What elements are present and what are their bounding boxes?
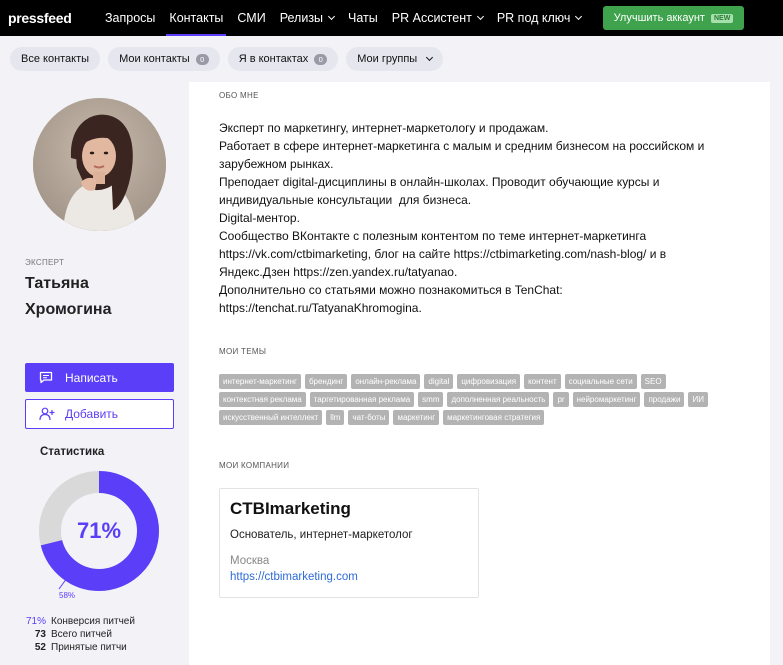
nav-pr-turnkey[interactable]: PR под ключ	[490, 0, 589, 36]
topics-tags: интернет-маркетинг брендинг онлайн-реклама…	[219, 374, 744, 425]
stat-label: Конверсия питчей	[51, 616, 135, 627]
company-city: Москва	[230, 555, 270, 567]
topic-tag[interactable]: smm	[418, 392, 444, 407]
chevron-down-icon	[426, 53, 434, 62]
about-line: Эксперт по маркетингу, интернет-маркетол…	[219, 121, 549, 135]
about-heading: ОБО МНЕ	[219, 91, 259, 100]
nav-label: СМИ	[237, 11, 266, 25]
last-name: Хромогина	[25, 301, 112, 318]
topic-tag[interactable]: брендинг	[304, 374, 348, 389]
add-label: Добавить	[65, 407, 119, 421]
profile-name: Татьяна Хромогина	[25, 271, 185, 323]
nav-label: PR Ассистент	[391, 11, 472, 25]
stats-title: Статистика	[40, 446, 105, 458]
topic-tag[interactable]: чат-боты	[348, 410, 390, 425]
topic-tag[interactable]: дополненная реальность	[447, 392, 550, 407]
topic-tag[interactable]: pr	[553, 392, 569, 407]
topic-tag[interactable]: маркетинговая стратегия	[443, 410, 545, 425]
companies-heading: МОИ КОМПАНИИ	[219, 461, 290, 470]
topic-tag[interactable]: нейромаркетинг	[572, 392, 641, 407]
topic-tag[interactable]: интернет-маркетинг	[219, 374, 301, 389]
tab-label: Все контакты	[21, 53, 90, 65]
message-icon	[39, 371, 53, 384]
profile-role: ЭКСПЕРТ	[25, 258, 65, 267]
upgrade-label: Улучшить аккаунт	[613, 12, 705, 24]
stat-row: 71% Конверсия питчей	[26, 616, 135, 627]
profile-main: ОБО МНЕ Эксперт по маркетингу, интернет-…	[189, 82, 770, 665]
contacts-tabs: Все контакты Мои контакты 0 Я в контактах…	[0, 36, 783, 82]
top-nav: pressfeed Запросы Контакты СМИ Релизы Ча…	[0, 0, 783, 36]
chevron-down-icon	[328, 12, 336, 21]
count-badge: 0	[195, 53, 209, 65]
nav-chats[interactable]: Чаты	[341, 0, 385, 36]
stat-label: Всего питчей	[51, 629, 112, 640]
company-link[interactable]: https://ctbimarketing.com	[230, 571, 468, 583]
stat-value: 71%	[26, 616, 47, 627]
nav-label: Чаты	[348, 11, 378, 25]
topic-tag[interactable]: социальные сети	[564, 374, 637, 389]
donut-small-label: 58%	[59, 591, 76, 600]
nav-label: Запросы	[105, 11, 156, 25]
topics-heading: МОИ ТЕМЫ	[219, 347, 267, 356]
about-line: Дополнительно со статьями можно познаком…	[219, 283, 567, 315]
nav-media[interactable]: СМИ	[230, 0, 272, 36]
count-badge: 0	[314, 53, 328, 65]
topic-tag[interactable]: ИИ	[688, 392, 708, 407]
nav-label: Контакты	[169, 11, 224, 25]
add-contact-button[interactable]: Добавить	[25, 399, 174, 429]
topic-tag[interactable]: контент	[524, 374, 561, 389]
stat-row: 73 Всего питчей	[26, 629, 112, 640]
chevron-down-icon	[476, 12, 484, 21]
logo[interactable]: pressfeed	[8, 10, 98, 26]
about-line: Работает в сфере интернет-маркетинга с м…	[219, 139, 708, 171]
about-line: Digital-ментор.	[219, 211, 300, 225]
tab-in-contacts[interactable]: Я в контактах 0	[227, 47, 339, 71]
stat-label: Принятые питчи	[51, 642, 127, 653]
avatar-photo	[33, 98, 166, 231]
company-role: Основатель, интернет-маркетолог	[230, 529, 413, 541]
topic-tag[interactable]: маркетинг	[393, 410, 440, 425]
company-card[interactable]: CTBImarketing Основатель, интернет-марке…	[219, 488, 479, 598]
add-user-icon	[39, 407, 55, 421]
tab-my-contacts[interactable]: Мои контакты 0	[108, 47, 220, 71]
tab-all-contacts[interactable]: Все контакты	[10, 47, 101, 71]
tab-label: Мои контакты	[119, 53, 190, 65]
chevron-down-icon	[575, 12, 583, 21]
about-line: Сообщество ВКонтакте с полезным контенто…	[219, 229, 670, 279]
new-badge: NEW	[710, 13, 734, 23]
about-text: Эксперт по маркетингу, интернет-маркетол…	[219, 119, 739, 317]
tab-my-groups[interactable]: Мои группы	[346, 47, 444, 71]
nav-requests[interactable]: Запросы	[98, 0, 162, 36]
nav-releases[interactable]: Релизы	[273, 0, 341, 36]
nav-label: Релизы	[279, 11, 324, 25]
about-line: Преподает digital-дисциплины в онлайн-шк…	[219, 175, 663, 207]
topic-tag[interactable]: таргетированная реклама	[309, 392, 415, 407]
topic-tag[interactable]: digital	[424, 374, 454, 389]
tab-label: Мои группы	[357, 53, 418, 65]
profile-sidebar: ЭКСПЕРТ Татьяна Хромогина Написать Добав…	[10, 82, 188, 665]
avatar	[33, 98, 166, 231]
topic-tag[interactable]: продажи	[644, 392, 685, 407]
stat-value: 73	[34, 629, 46, 640]
donut-center-label: 71%	[76, 518, 122, 543]
first-name: Татьяна	[25, 275, 89, 292]
topic-tag[interactable]: контекстная реклама	[219, 392, 306, 407]
stat-row: 52 Принятые питчи	[26, 642, 127, 653]
stat-value: 52	[34, 642, 46, 653]
topic-tag[interactable]: цифровизация	[457, 374, 521, 389]
tab-label: Я в контактах	[238, 53, 309, 65]
company-name: CTBImarketing	[230, 499, 351, 518]
write-message-button[interactable]: Написать	[25, 363, 174, 392]
nav-contacts[interactable]: Контакты	[162, 0, 230, 36]
upgrade-account-button[interactable]: Улучшить аккаунт NEW	[603, 6, 744, 30]
topic-tag[interactable]: SEO	[640, 374, 666, 389]
topic-tag[interactable]: онлайн-реклама	[351, 374, 421, 389]
nav-label: PR под ключ	[496, 11, 571, 25]
nav-pr-assistant[interactable]: PR Ассистент	[385, 0, 490, 36]
topic-tag[interactable]: llm	[326, 410, 345, 425]
topic-tag[interactable]: искусственный интеллект	[219, 410, 323, 425]
write-label: Написать	[65, 370, 118, 385]
